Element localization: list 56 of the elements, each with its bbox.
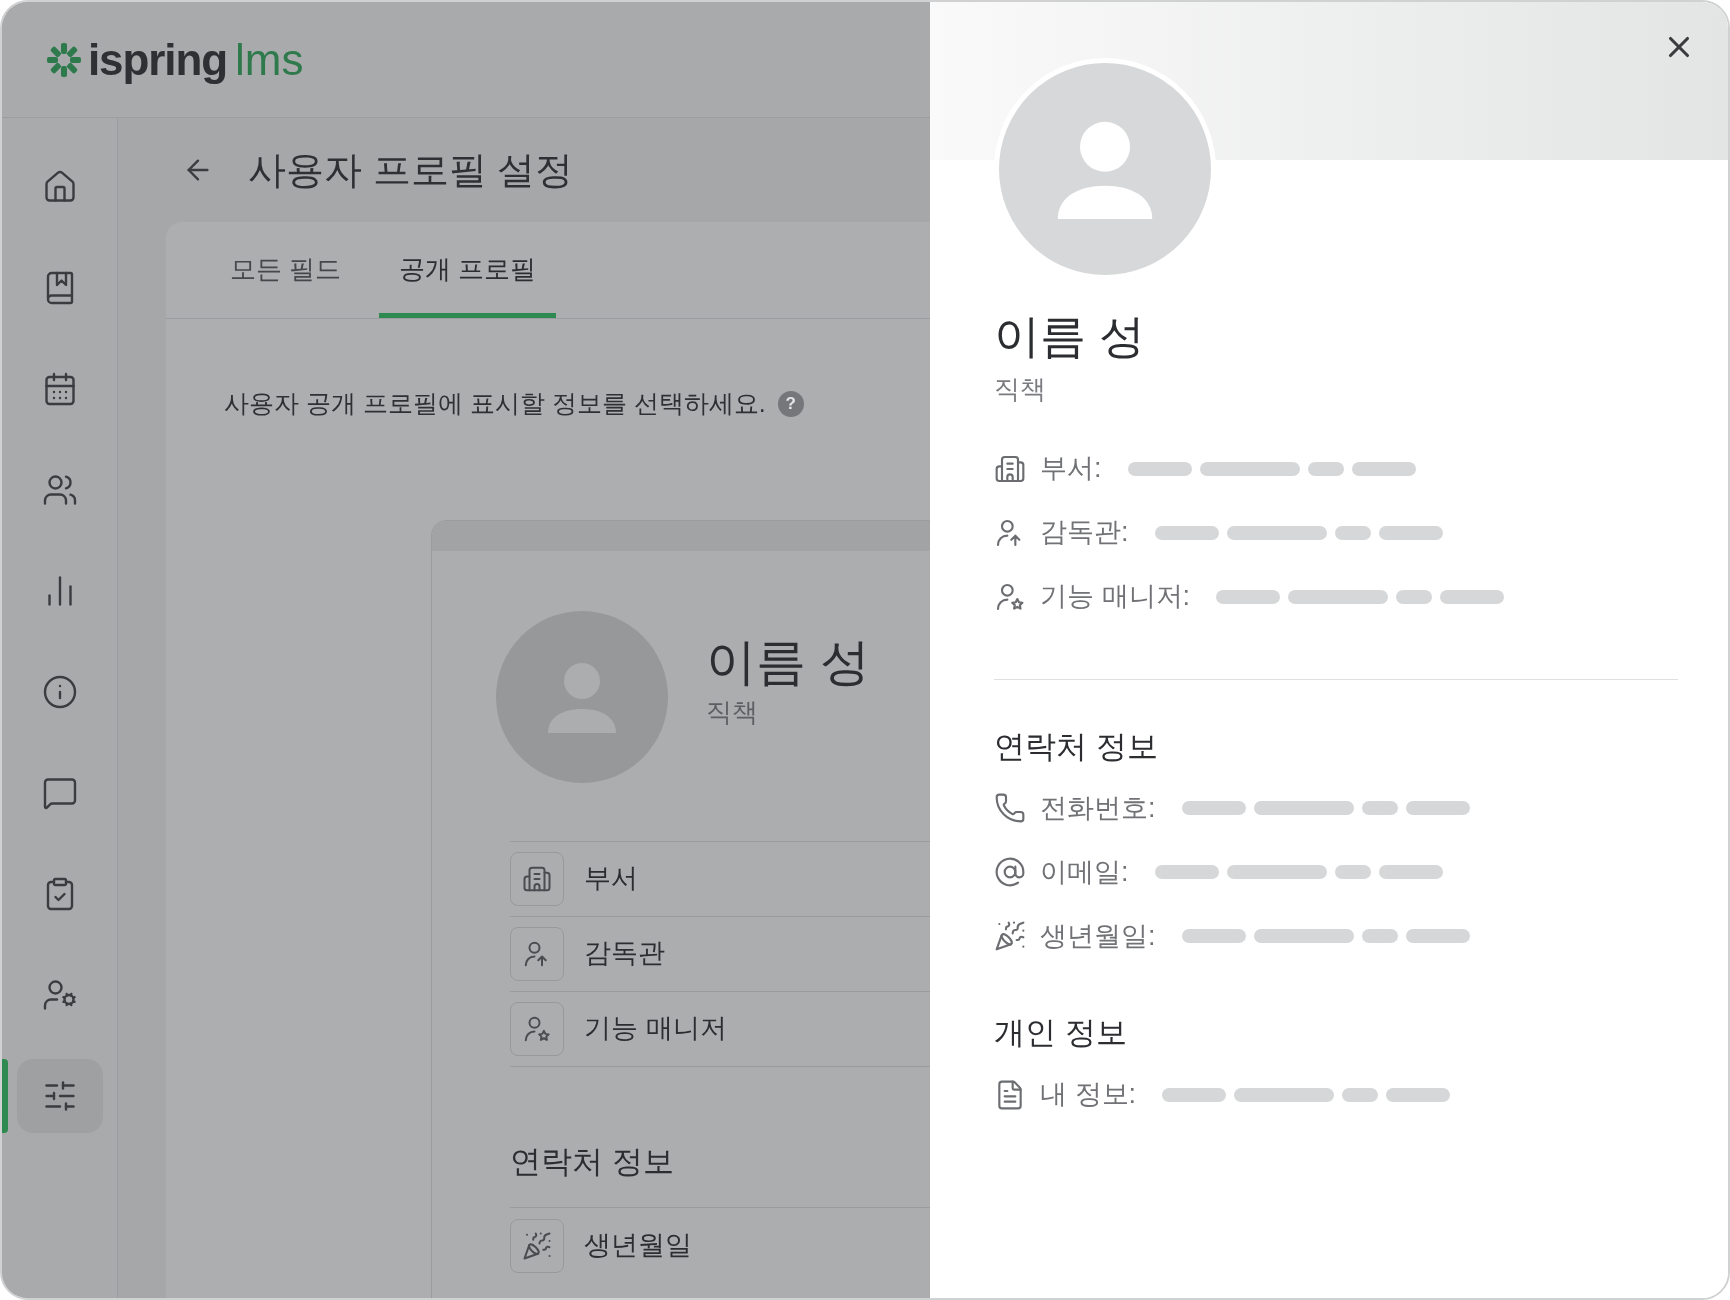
field-label: 생년월일 bbox=[584, 1229, 692, 1263]
party-popper-icon bbox=[994, 920, 1026, 952]
placeholder-bar bbox=[1378, 865, 1443, 879]
page-title: 사용자 프로필 설정 bbox=[248, 147, 574, 193]
user-gear-icon bbox=[41, 977, 78, 1013]
section-heading: 개인 정보 bbox=[994, 1014, 1128, 1052]
field-label: 이메일: bbox=[1040, 855, 1129, 889]
field-label: 전화번호: bbox=[1040, 791, 1156, 825]
placeholder-bar bbox=[1216, 589, 1280, 604]
placeholder-bar bbox=[1361, 929, 1398, 943]
placeholder-bar bbox=[1181, 801, 1246, 815]
sidebar-item[interactable] bbox=[16, 1059, 103, 1133]
placeholder-bar bbox=[1405, 929, 1470, 943]
party-popper-icon bbox=[522, 1230, 552, 1261]
section-heading: 연락처 정보 bbox=[510, 1142, 675, 1181]
description: 사용자 공개 프로필에 표시할 정보를 선택하세요. bbox=[224, 388, 766, 419]
field-label: 부서: bbox=[1040, 452, 1102, 486]
field-label: 부서 bbox=[584, 862, 638, 896]
placeholder-bar bbox=[1307, 461, 1344, 476]
field-label: 내 정보: bbox=[1040, 1078, 1136, 1112]
help-badge[interactable]: ? bbox=[777, 390, 804, 417]
placeholder-bar bbox=[1127, 461, 1192, 476]
person-icon bbox=[1055, 119, 1155, 219]
placeholder-bar bbox=[1154, 525, 1219, 540]
profile-name: 이름 성 bbox=[994, 309, 1146, 364]
placeholder-bar bbox=[1386, 1087, 1450, 1102]
logo-brand: ispring bbox=[88, 37, 227, 82]
placeholder-bar bbox=[1378, 525, 1443, 540]
placeholder-bar bbox=[1162, 1087, 1226, 1102]
field-label: 생년월일: bbox=[1040, 919, 1156, 953]
users-icon bbox=[41, 472, 78, 508]
chat-icon bbox=[41, 775, 78, 811]
placeholder-bar bbox=[1154, 865, 1219, 879]
tab[interactable]: 공개 프로필 bbox=[379, 222, 557, 318]
profile-name: 이름 성 bbox=[706, 632, 870, 692]
placeholder-bar bbox=[1351, 461, 1416, 476]
info-icon bbox=[41, 674, 78, 710]
logo-product: lms bbox=[235, 37, 304, 82]
placeholder-bar bbox=[1405, 801, 1470, 815]
field-label: 감독관 bbox=[584, 937, 665, 971]
field-label: 기능 매니저: bbox=[1040, 580, 1190, 614]
placeholder-bar bbox=[1181, 929, 1246, 943]
job-title: 직책 bbox=[706, 696, 759, 730]
field-label: 기능 매니저 bbox=[584, 1012, 727, 1046]
placeholder-bar bbox=[1396, 589, 1432, 604]
at-sign-icon bbox=[994, 856, 1026, 888]
tab[interactable]: 모든 필드 bbox=[210, 222, 362, 318]
section-heading: 연락처 정보 bbox=[994, 727, 1159, 766]
phone-icon bbox=[994, 792, 1026, 824]
placeholder-bar bbox=[1334, 525, 1371, 540]
placeholder-bar bbox=[1334, 865, 1371, 879]
placeholder-bar bbox=[1440, 589, 1504, 604]
placeholder-bar bbox=[1342, 1087, 1378, 1102]
field-label: 감독관: bbox=[1040, 516, 1129, 550]
placeholder-bar bbox=[1361, 801, 1398, 815]
job-title: 직책 bbox=[994, 372, 1047, 406]
